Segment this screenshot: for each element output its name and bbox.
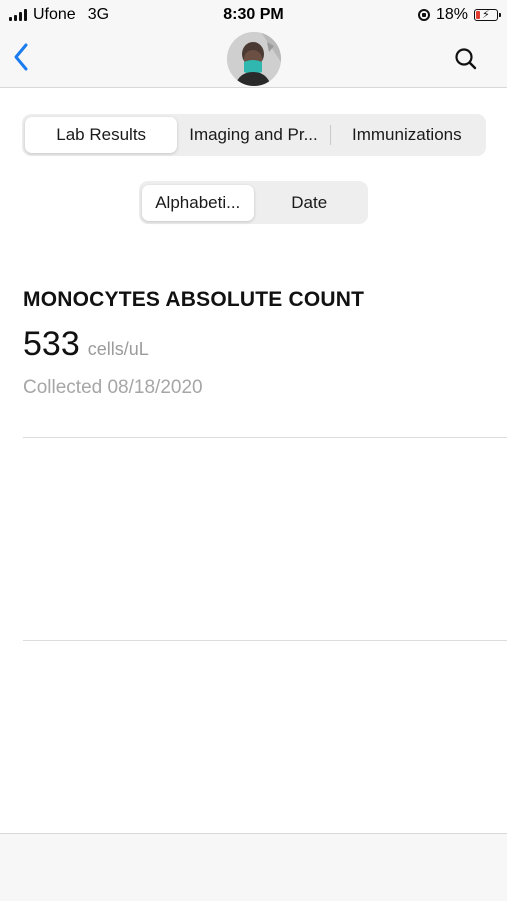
list-divider: [23, 640, 507, 641]
status-bar: Ufone 3G 8:30 PM 18% ⚡: [0, 0, 507, 30]
avatar[interactable]: [227, 32, 281, 86]
lab-result-item[interactable]: MONOCYTES ABSOLUTE COUNT 533 cells/uL Co…: [23, 285, 483, 401]
tab-immunizations[interactable]: Immunizations: [331, 117, 483, 153]
battery-percent: 18%: [435, 6, 468, 23]
back-button[interactable]: [8, 42, 34, 72]
sort-segmented-control: Alphabeti... Date: [139, 181, 368, 224]
sort-alphabetical[interactable]: Alphabeti...: [142, 184, 254, 221]
result-value-row: 533 cells/uL: [23, 325, 483, 365]
bottom-toolbar: [0, 833, 507, 901]
sort-date[interactable]: Date: [254, 185, 366, 221]
result-collected-date: Collected 08/18/2020: [23, 377, 203, 398]
search-icon: [455, 48, 477, 70]
nav-bar: [0, 30, 507, 88]
tab-imaging-and-procedures[interactable]: Imaging and Pr...: [177, 117, 329, 153]
orientation-lock-icon: [417, 9, 430, 21]
search-button[interactable]: [453, 46, 479, 72]
profile-photo: [227, 32, 281, 86]
list-divider: [23, 437, 507, 438]
status-right: 18% ⚡: [417, 5, 501, 25]
chevron-left-icon: [14, 43, 28, 71]
category-segmented-control: Lab Results Imaging and Pr... Immunizati…: [22, 114, 486, 156]
result-value: 533: [23, 325, 80, 363]
result-unit: cells/uL: [87, 339, 149, 359]
result-title: MONOCYTES ABSOLUTE COUNT: [23, 288, 365, 311]
battery-charging-icon: ⚡: [474, 9, 501, 21]
tab-lab-results[interactable]: Lab Results: [25, 117, 178, 153]
